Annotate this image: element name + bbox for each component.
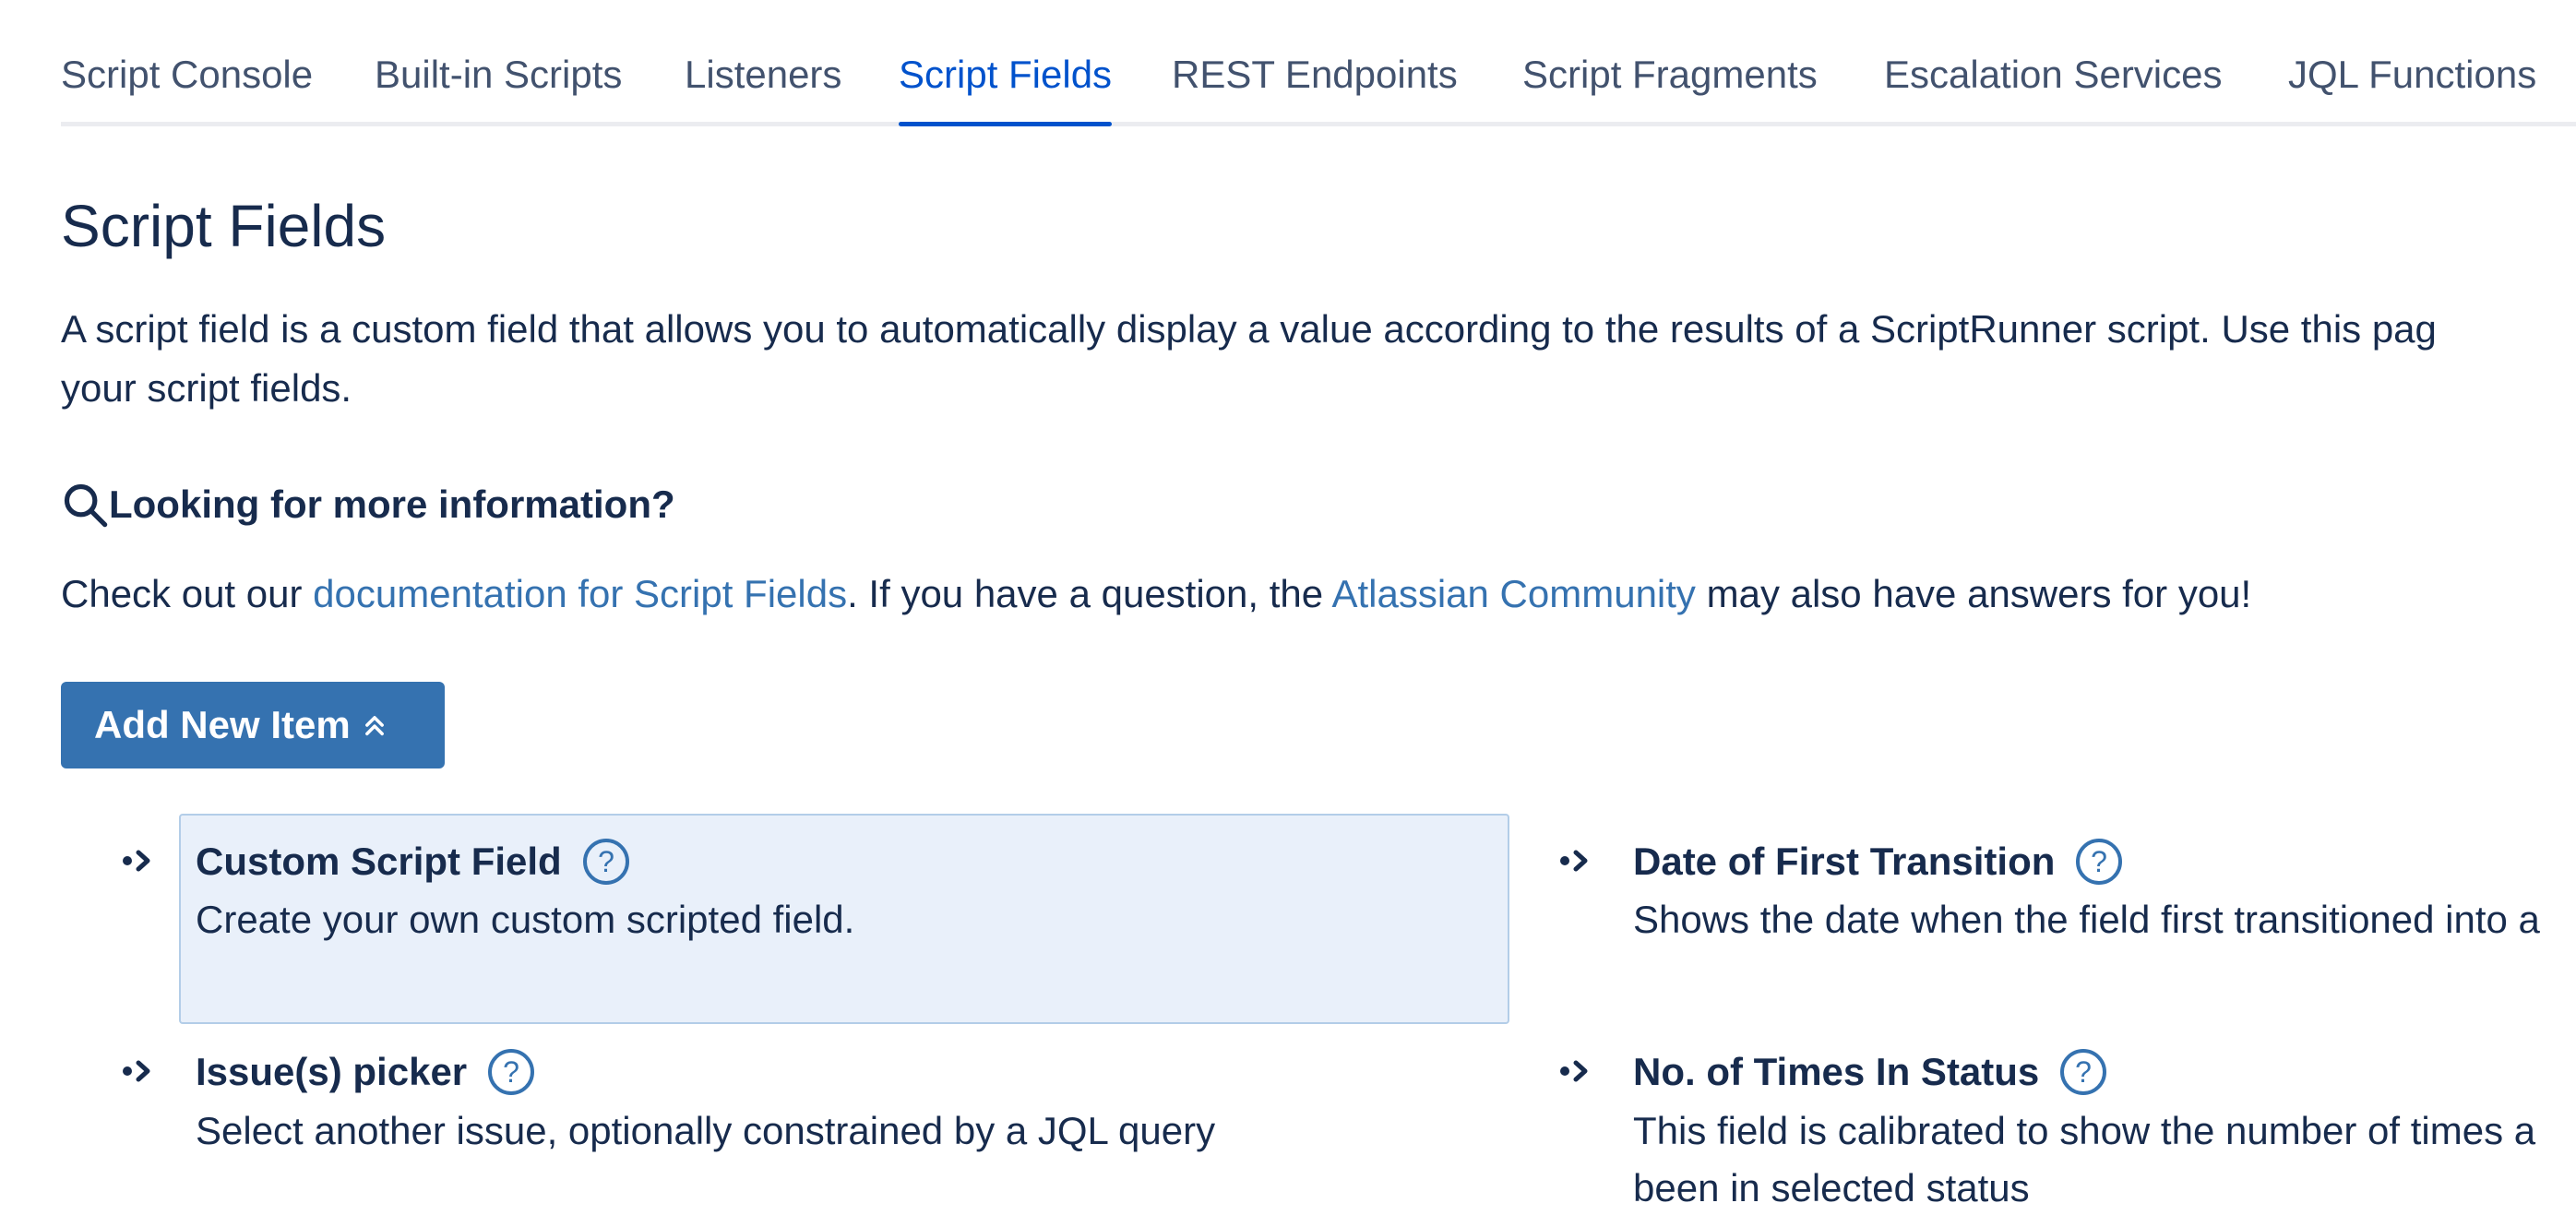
item-description: Create your own custom scripted field. (196, 898, 855, 941)
arrow-bullet-icon (123, 1060, 150, 1082)
tab-rest-endpoints[interactable]: REST Endpoints (1172, 46, 1458, 122)
item-title-row: No. of Times In Status ? (1633, 1044, 2107, 1100)
help-icon[interactable]: ? (487, 1048, 535, 1096)
item-title: Issue(s) picker (196, 1050, 468, 1093)
arrow-bullet-icon (123, 850, 150, 872)
add-new-item-button[interactable]: Add New Item (61, 682, 445, 768)
search-icon (64, 483, 108, 528)
tab-listeners[interactable]: Listeners (685, 46, 841, 122)
page-description-line-2: your script fields. (61, 366, 352, 410)
info-text-before: Check out our (61, 572, 314, 615)
tab-navigation: Script Console Built-in Scripts Listener… (61, 46, 2576, 126)
tab-script-fragments[interactable]: Script Fragments (1522, 46, 1818, 122)
page-description-line-1: A script field is a custom field that al… (61, 307, 2437, 351)
tab-jql-functions[interactable]: JQL Functions (2288, 46, 2536, 122)
tab-escalation-services[interactable]: Escalation Services (1884, 46, 2223, 122)
tab-script-console[interactable]: Script Console (61, 46, 313, 122)
documentation-link[interactable]: documentation for Script Fields (313, 572, 847, 615)
item-title-row: Date of First Transition ? (1633, 834, 2123, 889)
add-new-item-label: Add New Item (94, 703, 351, 746)
script-fields-page: Script Console Built-in Scripts Listener… (0, 0, 2576, 1227)
svg-text:?: ? (503, 1055, 519, 1089)
page-description: A script field is a custom field that al… (61, 300, 2576, 418)
item-description: This field is calibrated to show the num… (1633, 1109, 2536, 1152)
info-text-middle: . If you have a question, the (847, 572, 1332, 615)
svg-text:?: ? (2075, 1055, 2092, 1089)
arrow-bullet-icon (1560, 1060, 1588, 1082)
item-title: Date of First Transition (1633, 840, 2056, 883)
arrow-bullet-icon (1560, 850, 1588, 872)
help-icon[interactable]: ? (582, 838, 630, 886)
info-text-after: may also have answers for you! (1695, 572, 2252, 615)
help-icon[interactable]: ? (2059, 1048, 2107, 1096)
tab-script-fields[interactable]: Script Fields (899, 46, 1113, 126)
tab-built-in-scripts[interactable]: Built-in Scripts (375, 46, 622, 122)
info-heading: Looking for more information? (61, 475, 675, 534)
svg-text:?: ? (2091, 845, 2107, 878)
item-description-line-2: been in selected status (1633, 1166, 2030, 1209)
info-heading-text: Looking for more information? (109, 482, 675, 526)
item-description: Select another issue, optionally constra… (196, 1109, 1216, 1152)
double-chevron-up-icon (364, 716, 384, 736)
page-title: Script Fields (61, 193, 387, 259)
item-title: No. of Times In Status (1633, 1050, 2040, 1093)
atlassian-community-link[interactable]: Atlassian Community (1331, 572, 1695, 615)
item-title-row: Custom Script Field ? (196, 834, 630, 889)
info-text: Check out our documentation for Script F… (61, 565, 2251, 624)
svg-text:?: ? (598, 845, 614, 878)
item-description: Shows the date when the field first tran… (1633, 898, 2540, 941)
item-title: Custom Script Field (196, 840, 562, 883)
help-icon[interactable]: ? (2075, 838, 2123, 886)
item-title-row: Issue(s) picker ? (196, 1044, 535, 1100)
